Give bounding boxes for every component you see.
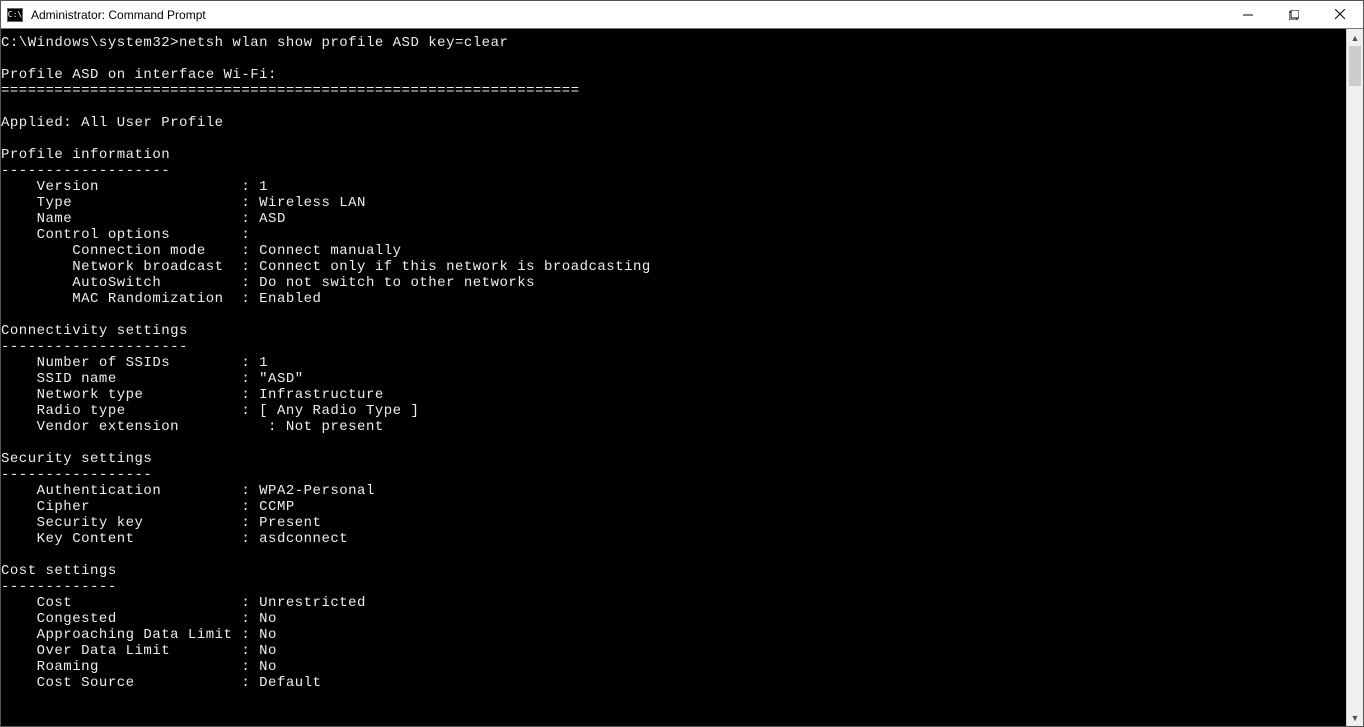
- maximize-icon: [1289, 10, 1299, 20]
- minimize-icon: [1243, 10, 1253, 20]
- vertical-scrollbar[interactable]: ▲ ▼: [1346, 29, 1363, 726]
- titlebar[interactable]: C:\ Administrator: Command Prompt: [1, 1, 1363, 29]
- close-button[interactable]: [1317, 1, 1363, 28]
- minimize-button[interactable]: [1225, 1, 1271, 28]
- command-prompt-window: C:\ Administrator: Command Prompt C:\Win…: [0, 0, 1364, 727]
- window-controls: [1225, 1, 1363, 28]
- console-area: C:\Windows\system32>netsh wlan show prof…: [1, 29, 1363, 726]
- scroll-down-arrow-icon[interactable]: ▼: [1347, 709, 1363, 726]
- close-icon: [1335, 9, 1346, 20]
- scroll-up-arrow-icon[interactable]: ▲: [1347, 29, 1363, 46]
- cmd-icon: C:\: [7, 8, 23, 22]
- console-output[interactable]: C:\Windows\system32>netsh wlan show prof…: [1, 29, 1346, 726]
- maximize-button[interactable]: [1271, 1, 1317, 28]
- scroll-thumb[interactable]: [1349, 46, 1361, 86]
- window-title: Administrator: Command Prompt: [29, 8, 1225, 22]
